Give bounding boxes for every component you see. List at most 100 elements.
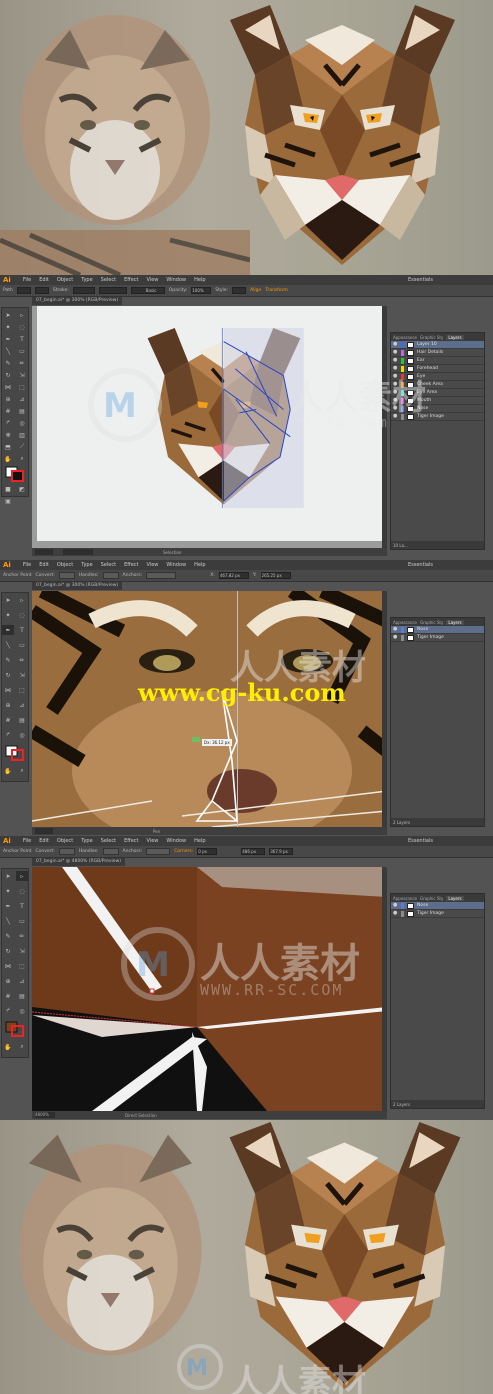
menu-select[interactable]: Select [101,562,116,568]
menu-select[interactable]: Select [101,277,116,283]
menu-help[interactable]: Help [194,277,205,283]
menu-window[interactable]: Window [166,562,186,568]
perspective-tool-icon[interactable]: ⊿ [16,394,28,404]
tab-layers[interactable]: Layers [446,895,464,901]
stroke-swatch[interactable] [34,287,49,294]
direct-selection-tool-icon[interactable]: ▹ [16,871,28,881]
layer-row[interactable]: ● Nose [391,626,484,634]
menu-edit[interactable]: Edit [39,562,49,568]
blend-tool-icon[interactable]: ◎ [16,730,28,740]
gradient-tool-icon[interactable]: ▤ [16,991,28,1001]
rotate-tool-icon[interactable]: ↻ [2,370,14,380]
convert-buttons[interactable] [58,572,75,579]
eyedropper-tool-icon[interactable]: ⌿ [2,1006,14,1016]
free-transform-tool-icon[interactable]: ⬚ [16,685,28,695]
document-tab[interactable]: 07_begin.ai* @ 4800% (RGB/Preview) [32,858,126,866]
anchors-buttons[interactable] [146,848,171,855]
menu-effect[interactable]: Effect [124,562,138,568]
gradient-tool-icon[interactable]: ▤ [16,406,28,416]
rectangle-tool-icon[interactable]: ▭ [16,640,28,650]
zoom-field[interactable] [35,828,53,834]
menu-file[interactable]: File [23,562,31,568]
pencil-tool-icon[interactable]: ✏ [16,931,28,941]
menu-file[interactable]: File [23,838,31,844]
screen-mode-icon[interactable]: ▣ [2,496,14,506]
tab-graphic-styles[interactable]: Graphic Sty [420,896,443,901]
shape-builder-tool-icon[interactable]: ⊕ [2,976,14,986]
visibility-eye-icon[interactable]: ● [393,358,398,363]
perspective-tool-icon[interactable]: ⊿ [16,700,28,710]
artboard-tool-icon[interactable]: ⬒ [2,442,14,452]
convert-buttons[interactable] [58,848,75,855]
slice-tool-icon[interactable]: ⟋ [16,442,28,452]
direct-selection-tool-icon[interactable]: ▹ [16,310,28,320]
rectangle-tool-icon[interactable]: ▭ [16,916,28,926]
line-tool-icon[interactable]: ╲ [2,916,14,926]
lasso-tool-icon[interactable]: ◌ [16,886,28,896]
width-tool-icon[interactable]: ⋈ [2,382,14,392]
pencil-tool-icon[interactable]: ✏ [16,358,28,368]
anchors-buttons[interactable] [146,572,177,579]
paintbrush-tool-icon[interactable]: ✎ [2,931,14,941]
zoom-tool-icon[interactable]: ⌕ [16,766,28,776]
mesh-tool-icon[interactable]: # [2,406,14,416]
menu-file[interactable]: File [23,277,31,283]
zoom-tool-icon[interactable]: ⌕ [16,454,28,464]
lasso-tool-icon[interactable]: ◌ [16,322,28,332]
graph-tool-icon[interactable]: ▥ [16,430,28,440]
document-tab[interactable]: 07_begin.ai* @ 300% (RGB/Preview) [32,297,123,305]
menu-window[interactable]: Window [166,277,186,283]
paintbrush-tool-icon[interactable]: ✎ [2,358,14,368]
menu-view[interactable]: View [147,277,159,283]
shape-builder-tool-icon[interactable]: ⊕ [2,394,14,404]
visibility-eye-icon[interactable]: ● [393,342,398,347]
pen-tool-icon[interactable]: ✒ [2,901,14,911]
mesh-tool-icon[interactable]: # [2,991,14,1001]
hand-tool-icon[interactable]: ✋ [2,454,14,464]
magic-wand-tool-icon[interactable]: ✦ [2,610,14,620]
tab-appearance[interactable]: Appearance [393,335,417,340]
eyedropper-tool-icon[interactable]: ⌿ [2,730,14,740]
magic-wand-tool-icon[interactable]: ✦ [2,886,14,896]
artboard-nav[interactable] [63,549,93,555]
zoom-tool-icon[interactable]: ⌕ [16,1042,28,1052]
visibility-eye-icon[interactable]: ● [393,350,398,355]
line-tool-icon[interactable]: ╲ [2,640,14,650]
zoom-field[interactable]: 4800% [35,1112,55,1118]
x-field[interactable]: 486 px [241,848,266,855]
layer-row[interactable]: ● Layer 10 [391,341,484,349]
type-tool-icon[interactable]: T [16,625,28,635]
menu-effect[interactable]: Effect [124,838,138,844]
menu-object[interactable]: Object [57,277,73,283]
selection-tool-icon[interactable]: ➤ [2,310,14,320]
workspace-switcher[interactable]: Essentials [408,277,433,283]
layer-row[interactable]: ● Nose [391,902,484,910]
corners-field[interactable]: 0 px [197,848,218,855]
menu-type[interactable]: Type [81,277,92,283]
shape-builder-tool-icon[interactable]: ⊕ [2,700,14,710]
align-link[interactable]: Align [250,288,261,293]
menu-help[interactable]: Help [194,562,205,568]
workspace-switcher[interactable]: Essentials [408,562,433,568]
tab-graphic-styles[interactable]: Graphic Sty [420,620,443,625]
y-field[interactable]: 367.9 px [269,848,294,855]
selection-tool-icon[interactable]: ➤ [2,871,14,881]
fill-stroke-swatches[interactable] [2,1021,28,1037]
tab-appearance[interactable]: Appearance [393,896,417,901]
menu-effect[interactable]: Effect [124,277,138,283]
pen-tool-icon[interactable]: ✒ [2,625,14,635]
direct-selection-tool-icon[interactable]: ▹ [16,595,28,605]
color-mode-icon[interactable]: ■ [2,484,14,494]
menu-edit[interactable]: Edit [39,277,49,283]
gradient-tool-icon[interactable]: ▤ [16,715,28,725]
symbol-sprayer-tool-icon[interactable]: ❋ [2,430,14,440]
scale-tool-icon[interactable]: ⇲ [16,946,28,956]
menu-window[interactable]: Window [166,838,186,844]
artboard-canvas[interactable]: Dx: 36.12 px [32,591,387,827]
y-field[interactable]: 265.25 px [260,572,291,579]
lasso-tool-icon[interactable]: ◌ [16,610,28,620]
hand-tool-icon[interactable]: ✋ [2,766,14,776]
pen-tool-icon[interactable]: ✒ [2,334,14,344]
layer-row[interactable]: ● Tiger Image [391,910,484,918]
magic-wand-tool-icon[interactable]: ✦ [2,322,14,332]
